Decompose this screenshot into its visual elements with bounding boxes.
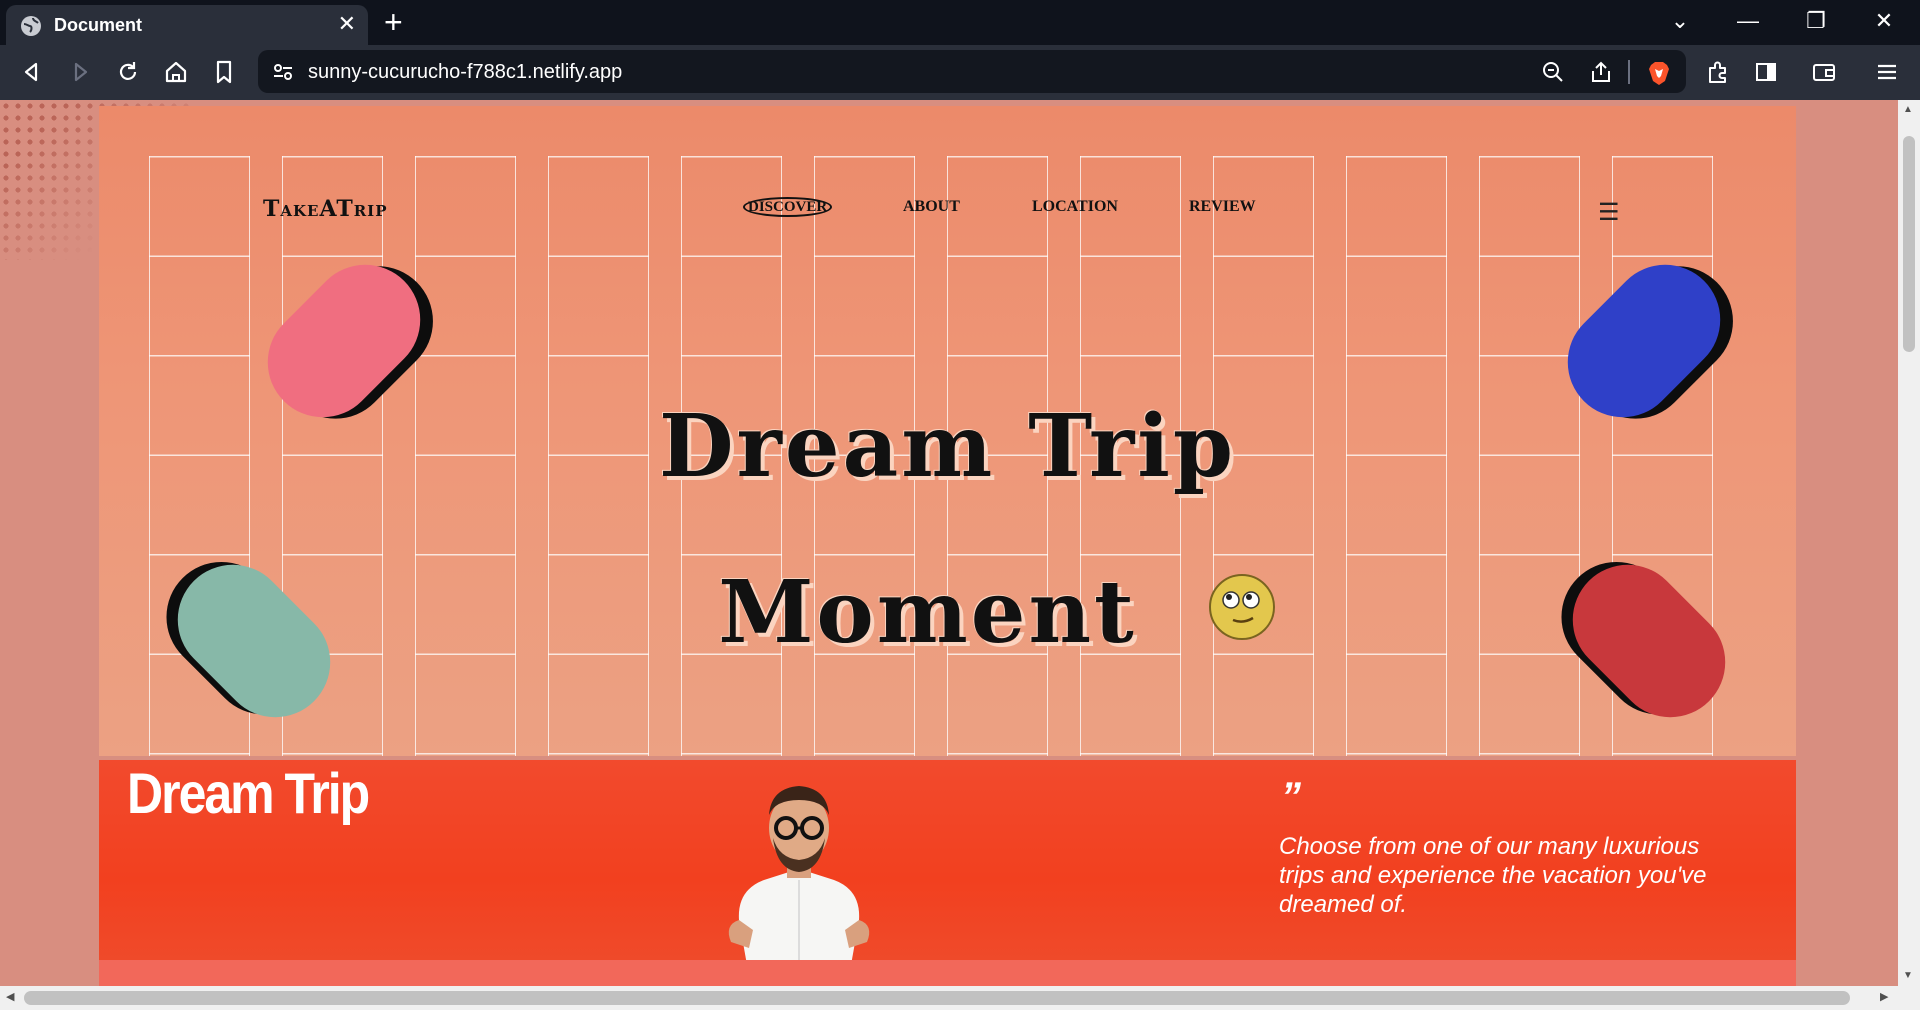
scroll-right-icon[interactable]: ▶ xyxy=(1880,990,1888,1003)
minimize-button[interactable]: — xyxy=(1733,8,1763,34)
section-title: Dream Trip xyxy=(127,761,370,826)
hero-section: TakeATrip DISCOVER ABOUT LOCATION REVIEW… xyxy=(99,106,1796,756)
hero-headline-line2: Moment xyxy=(718,562,1137,663)
site-logo[interactable]: TakeATrip xyxy=(263,196,387,222)
scroll-left-icon[interactable]: ◀ xyxy=(6,990,14,1003)
brave-shield-icon[interactable] xyxy=(1645,59,1673,87)
next-section-edge xyxy=(99,960,1796,986)
nav-review[interactable]: REVIEW xyxy=(1189,198,1256,216)
browser-toolbar: sunny-cucurucho-f788c1.netlify.app xyxy=(0,45,1920,100)
intro-section: Dream Trip ” Choose from one of our many… xyxy=(99,760,1796,960)
reload-icon[interactable] xyxy=(114,58,142,86)
hamburger-menu-icon[interactable]: ☰ xyxy=(1598,198,1620,227)
close-window-button[interactable]: ✕ xyxy=(1869,8,1899,34)
page-viewport: TakeATrip DISCOVER ABOUT LOCATION REVIEW… xyxy=(0,100,1898,986)
vertical-scroll-thumb[interactable] xyxy=(1903,136,1915,352)
scroll-up-icon[interactable]: ▲ xyxy=(1903,104,1913,115)
back-icon[interactable] xyxy=(18,58,46,86)
browser-tab[interactable]: Document ✕ xyxy=(6,5,368,45)
tab-search-dropdown-icon[interactable]: ⌄ xyxy=(1665,8,1695,34)
scroll-down-icon[interactable]: ▼ xyxy=(1903,970,1913,981)
browser-menu-icon[interactable] xyxy=(1873,58,1901,86)
globe-icon xyxy=(20,15,42,37)
wallet-icon[interactable] xyxy=(1810,58,1838,86)
horizontal-scroll-thumb[interactable] xyxy=(24,991,1850,1005)
restore-button[interactable]: ❐ xyxy=(1801,8,1831,34)
man-with-glasses-image xyxy=(719,770,879,960)
toolbar-separator xyxy=(1628,60,1630,84)
zoom-icon[interactable] xyxy=(1540,59,1566,85)
nav-about[interactable]: ABOUT xyxy=(903,198,960,216)
hero-headline-line1: Dream Trip xyxy=(658,396,1237,497)
share-icon[interactable] xyxy=(1588,59,1614,85)
nav-location[interactable]: LOCATION xyxy=(1032,198,1118,216)
address-bar[interactable]: sunny-cucurucho-f788c1.netlify.app xyxy=(258,50,1686,93)
quote-icon: ” xyxy=(1281,775,1301,819)
nav-discover-label: DISCOVER xyxy=(743,197,833,217)
rolling-eyes-emoji-icon xyxy=(1209,574,1275,640)
horizontal-scrollbar[interactable]: ◀ ▶ xyxy=(0,986,1920,1010)
section-quote: Choose from one of our many luxurious tr… xyxy=(1279,833,1707,918)
site-info-icon[interactable] xyxy=(270,59,296,85)
home-icon[interactable] xyxy=(162,58,190,86)
bookmark-icon[interactable] xyxy=(210,58,238,86)
extensions-icon[interactable] xyxy=(1704,58,1732,86)
vertical-scrollbar[interactable]: ▲ ▼ xyxy=(1898,100,1920,986)
sidebar-icon[interactable] xyxy=(1752,58,1780,86)
url-text: sunny-cucurucho-f788c1.netlify.app xyxy=(308,61,623,83)
nav-discover[interactable]: DISCOVER xyxy=(743,197,833,217)
tab-bar: Document ✕ + ⌄ — ❐ ✕ xyxy=(0,0,1920,45)
close-tab-icon[interactable]: ✕ xyxy=(338,13,356,35)
tab-title: Document xyxy=(54,15,143,35)
new-tab-button[interactable]: + xyxy=(384,6,403,38)
forward-icon[interactable] xyxy=(66,58,94,86)
